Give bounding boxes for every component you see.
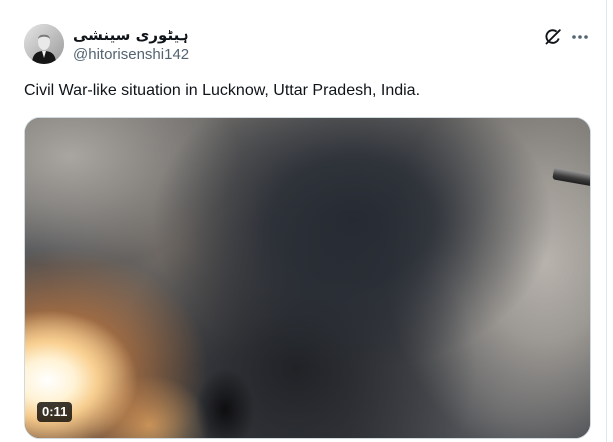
video-player[interactable]: 0:11 (24, 117, 591, 439)
grok-icon (545, 29, 561, 45)
more-options-icon (572, 35, 588, 39)
avatar[interactable] (24, 24, 64, 64)
video-frame (25, 118, 590, 438)
video-duration-badge: 0:11 (37, 402, 73, 422)
video-frame-shadow (195, 368, 255, 438)
tweet-text: Civil War-like situation in Lucknow, Utt… (24, 82, 421, 99)
author-handle[interactable]: @hitorisenshi142 (73, 45, 189, 65)
timeline-border (606, 0, 607, 442)
grok-button[interactable] (542, 26, 564, 48)
more-options-button[interactable] (569, 26, 591, 48)
avatar-photo-icon (24, 24, 64, 64)
author-display-name[interactable]: ہیٹوری سینشی (73, 25, 188, 45)
